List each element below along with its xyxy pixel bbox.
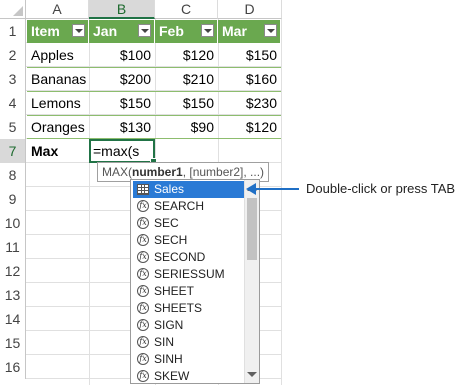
autocomplete-item[interactable]: fx SIGN <box>133 317 245 334</box>
table-header-mar[interactable]: Mar <box>218 20 281 43</box>
column-header-c[interactable]: C <box>155 0 218 19</box>
autocomplete-item-label: SEARCH <box>154 199 205 213</box>
function-icon: fx <box>137 302 149 314</box>
formula-autocomplete-list[interactable]: Sales fx SEARCH fx SEC fx SECH fx SECOND… <box>130 179 260 384</box>
autocomplete-item-label: SHEETS <box>154 301 203 315</box>
autocomplete-item-label: SIN <box>154 335 175 349</box>
function-icon: fx <box>137 217 149 229</box>
function-icon: fx <box>137 285 149 297</box>
table-cell[interactable]: $230 <box>218 91 281 115</box>
select-all-corner[interactable] <box>0 0 26 19</box>
tooltip-other-arguments: , [number2], ...) <box>182 165 265 179</box>
function-icon: fx <box>137 234 149 246</box>
table-header-feb[interactable]: Feb <box>155 20 218 43</box>
callout-annotation: Double-click or press TAB <box>306 181 456 196</box>
column-header-b[interactable]: B <box>89 0 155 19</box>
function-icon: fx <box>137 268 149 280</box>
row-header-8[interactable]: 8 <box>0 163 26 187</box>
autocomplete-item[interactable]: fx SEC <box>133 215 245 232</box>
autocomplete-item-label: SKEW <box>154 369 190 383</box>
autocomplete-item-label: SINH <box>154 352 183 366</box>
table-cell[interactable]: $130 <box>89 115 155 139</box>
row-header-15[interactable]: 15 <box>0 331 26 355</box>
table-cell[interactable]: $120 <box>155 44 218 67</box>
table-cell[interactable]: $100 <box>89 44 155 67</box>
autocomplete-item[interactable]: fx SIN <box>133 334 245 351</box>
autocomplete-item[interactable]: fx SHEET <box>133 283 245 300</box>
table-header-label: Jan <box>93 23 118 39</box>
autocomplete-item[interactable]: fx SERIESSUM <box>133 266 245 283</box>
autocomplete-item-label: SEC <box>154 216 179 230</box>
filter-dropdown-button[interactable] <box>201 24 214 37</box>
table-header-item[interactable]: Item <box>27 20 89 43</box>
autocomplete-item-label: Sales <box>154 182 185 196</box>
table-header-label: Feb <box>159 23 184 39</box>
max-label-cell[interactable]: Max <box>27 140 89 163</box>
scrollbar-thumb[interactable] <box>247 198 257 260</box>
table-cell[interactable]: $150 <box>155 91 218 115</box>
row-header-10[interactable]: 10 <box>0 211 26 235</box>
row-header-11[interactable]: 11 <box>0 235 26 259</box>
table-cell[interactable]: $150 <box>218 44 281 67</box>
autocomplete-item[interactable]: fx SEARCH <box>133 198 245 215</box>
table-cell[interactable]: Apples <box>27 44 89 67</box>
autocomplete-item-sales[interactable]: Sales <box>133 181 245 198</box>
table-cell[interactable]: Oranges <box>27 115 89 139</box>
active-cell-border <box>89 139 157 165</box>
callout-line <box>251 188 299 190</box>
table-icon <box>137 184 149 195</box>
table-header-jan[interactable]: Jan <box>89 20 155 43</box>
scroll-down-arrow-icon[interactable] <box>247 372 257 377</box>
autocomplete-item-label: SHEET <box>154 284 195 298</box>
row-header-5[interactable]: 5 <box>0 115 26 139</box>
column-header-d[interactable]: D <box>218 0 282 19</box>
row-header-9[interactable]: 9 <box>0 187 26 211</box>
table-cell[interactable]: Bananas <box>27 67 89 91</box>
row-header-13[interactable]: 13 <box>0 283 26 307</box>
tooltip-current-argument: number1 <box>132 165 183 179</box>
row-header-4[interactable]: 4 <box>0 91 26 115</box>
filter-dropdown-button[interactable] <box>264 24 277 37</box>
row-header-2[interactable]: 2 <box>0 43 26 67</box>
row-header-7[interactable]: 7 <box>0 139 26 163</box>
row-header-1[interactable]: 1 <box>0 19 26 43</box>
row-header-12[interactable]: 12 <box>0 259 26 283</box>
row-header-16[interactable]: 16 <box>0 355 26 379</box>
table-cell[interactable]: $200 <box>89 67 155 91</box>
table-cell[interactable]: Lemons <box>27 91 89 115</box>
autocomplete-item[interactable]: fx SHEETS <box>133 300 245 317</box>
tooltip-function-name: MAX( <box>102 165 132 179</box>
function-icon: fx <box>137 370 149 382</box>
function-icon: fx <box>137 200 149 212</box>
function-icon: fx <box>137 336 149 348</box>
autocomplete-item[interactable]: fx SINH <box>133 351 245 368</box>
autocomplete-item-label: SIGN <box>154 318 184 332</box>
function-icon: fx <box>137 319 149 331</box>
autocomplete-item[interactable]: fx SKEW <box>133 368 245 385</box>
row-header-3[interactable]: 3 <box>0 67 26 91</box>
function-icon: fx <box>137 353 149 365</box>
autocomplete-item-label: SECOND <box>154 250 206 264</box>
table-cell[interactable]: $210 <box>155 67 218 91</box>
autocomplete-item-label: SECH <box>154 233 188 247</box>
table-cell[interactable]: $160 <box>218 67 281 91</box>
filter-dropdown-button[interactable] <box>138 24 151 37</box>
table-header-label: Mar <box>222 23 247 39</box>
table-cell[interactable]: $90 <box>155 115 218 139</box>
autocomplete-scrollbar[interactable] <box>244 180 259 383</box>
autocomplete-item[interactable]: fx SECH <box>133 232 245 249</box>
function-icon: fx <box>137 251 149 263</box>
filter-dropdown-button[interactable] <box>72 24 85 37</box>
table-cell[interactable]: $150 <box>89 91 155 115</box>
table-cell[interactable]: $120 <box>218 115 281 139</box>
column-header-a[interactable]: A <box>26 0 89 19</box>
table-header-label: Item <box>31 23 60 39</box>
autocomplete-item-label: SERIESSUM <box>154 267 225 281</box>
row-header-14[interactable]: 14 <box>0 307 26 331</box>
autocomplete-item[interactable]: fx SECOND <box>133 249 245 266</box>
